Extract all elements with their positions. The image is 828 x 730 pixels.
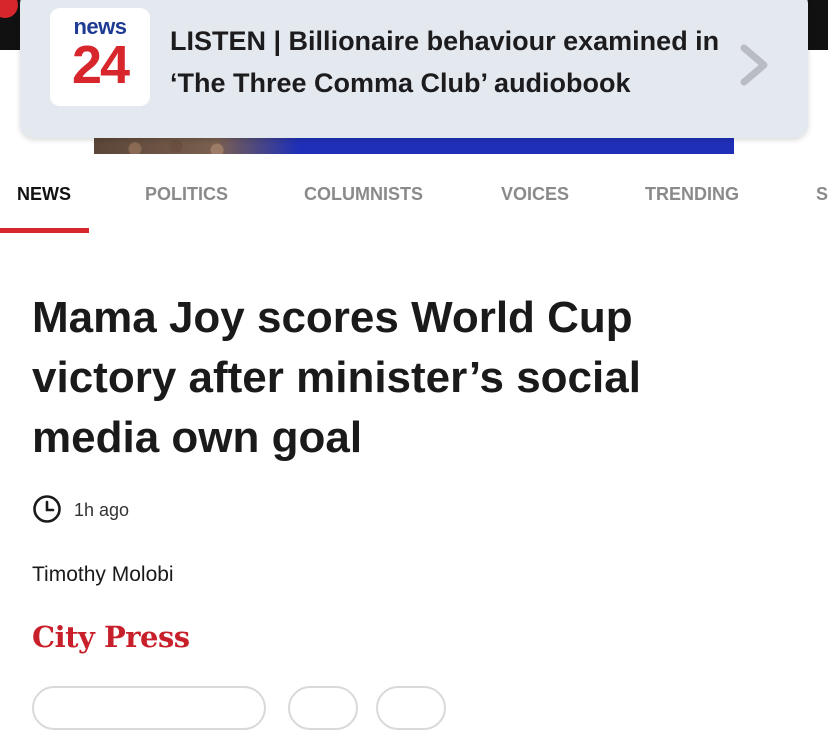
share-icon-button-1[interactable]: [288, 686, 358, 730]
app-icon-brand-bottom: 24: [71, 35, 130, 95]
push-notification[interactable]: news 24 LISTEN | Billionaire behaviour e…: [20, 0, 808, 138]
nav-item-politics[interactable]: POLITICS: [145, 184, 228, 205]
share-icon-button-2[interactable]: [376, 686, 446, 730]
nav-item-trending[interactable]: TRENDING: [645, 184, 739, 205]
nav-item-news[interactable]: NEWS: [17, 184, 71, 205]
share-button[interactable]: [32, 686, 266, 730]
chevron-right-icon[interactable]: [736, 40, 776, 90]
site-logo-edge[interactable]: [0, 0, 18, 18]
article-author[interactable]: Timothy Molobi: [32, 563, 174, 587]
article-headline: Mama Joy scores World Cup victory after …: [32, 293, 641, 462]
news24-app-icon: news 24: [50, 8, 150, 106]
nav-item-voices[interactable]: VOICES: [501, 184, 569, 205]
nav-item-cutoff[interactable]: S: [816, 184, 828, 205]
active-tab-indicator: [0, 228, 89, 233]
clock-icon: [33, 495, 61, 523]
category-nav: NEWS POLITICS COLUMNISTS VOICES TRENDING…: [0, 154, 828, 234]
notification-text: LISTEN | Billionaire behaviour examined …: [170, 26, 720, 98]
source-logo[interactable]: City Press: [32, 620, 190, 654]
nav-item-columnists[interactable]: COLUMNISTS: [304, 184, 423, 205]
time-ago: 1h ago: [74, 500, 130, 520]
